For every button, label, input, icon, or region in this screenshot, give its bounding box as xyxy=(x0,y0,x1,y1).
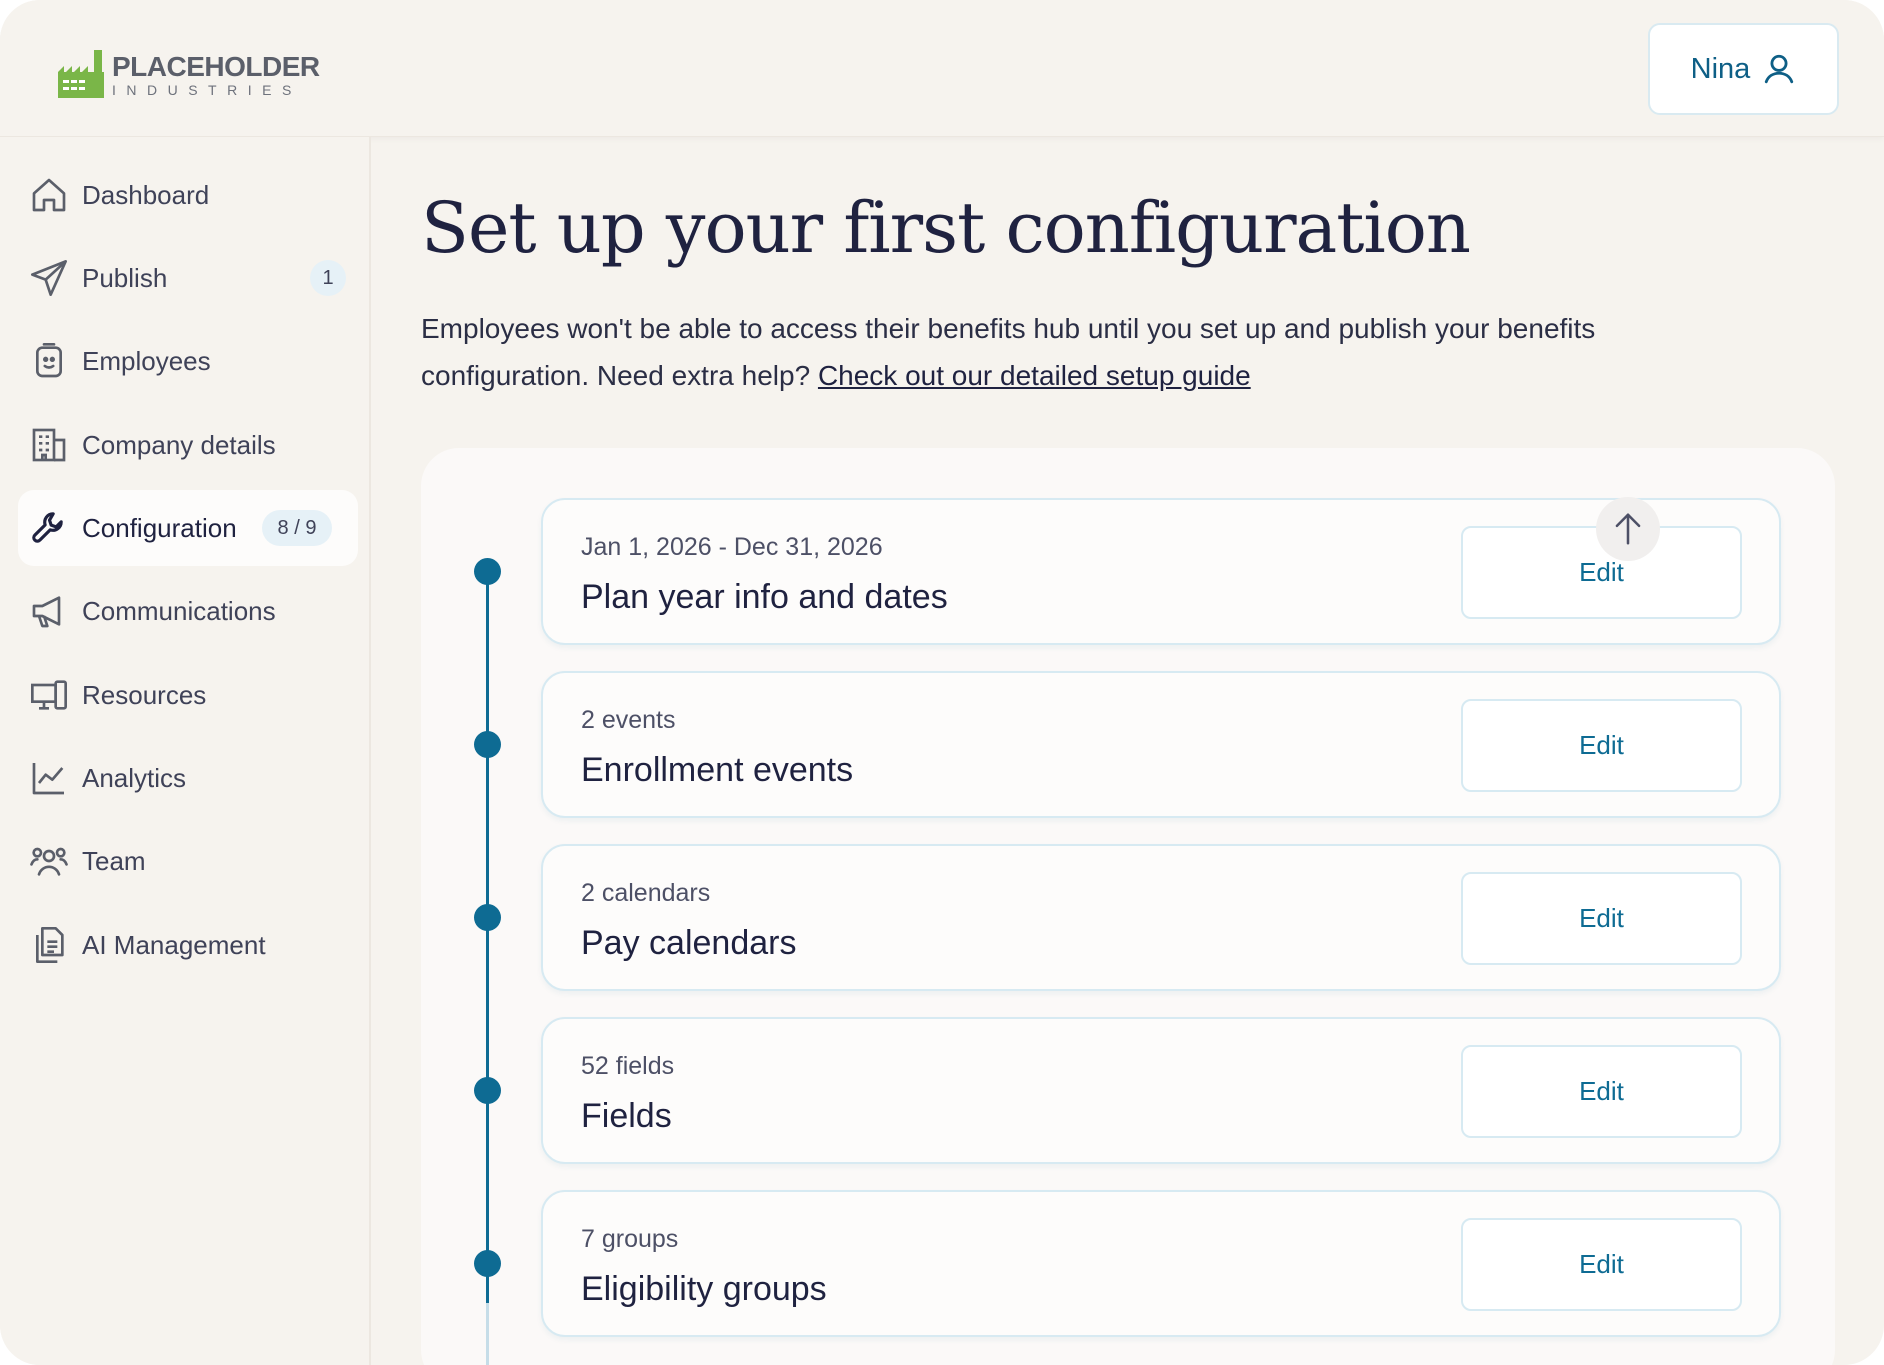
step-card-eligibility-groups: 7 groups Eligibility groups Edit xyxy=(541,1190,1781,1337)
timeline-dot xyxy=(474,1250,501,1277)
arrow-up-icon xyxy=(1615,513,1641,545)
company-logo[interactable]: PLACEHOLDER INDUSTRIES xyxy=(58,50,320,98)
step-title: Enrollment events xyxy=(581,751,854,789)
timeline-dot xyxy=(474,1077,501,1104)
timeline-line xyxy=(486,573,489,1365)
sidebar-item-label: Dashboard xyxy=(82,179,210,210)
main-content: Set up your first configuration Employee… xyxy=(371,137,1884,1365)
logo-wordmark: PLACEHOLDER INDUSTRIES xyxy=(112,51,320,99)
step-meta: 52 fields xyxy=(581,1052,675,1080)
sidebar-item-label: Communications xyxy=(82,595,276,626)
factory-logo-icon xyxy=(58,50,104,98)
user-menu-button[interactable]: Nina xyxy=(1648,23,1839,115)
home-icon xyxy=(28,174,70,216)
step-meta: 2 calendars xyxy=(581,879,711,907)
edit-button[interactable]: Edit xyxy=(1461,1045,1742,1138)
user-icon xyxy=(1765,54,1794,84)
scroll-to-top-button[interactable] xyxy=(1596,497,1660,561)
step-title: Eligibility groups xyxy=(581,1270,827,1308)
configuration-progress-badge: 8 / 9 xyxy=(262,510,332,546)
app-window: PLACEHOLDER INDUSTRIES Nina Dashboard Pu… xyxy=(0,0,1884,1365)
step-card-fields: 52 fields Fields Edit xyxy=(541,1017,1781,1164)
logo-name-line2: INDUSTRIES xyxy=(112,82,302,98)
configuration-steps-panel: Jan 1, 2026 - Dec 31, 2026 Plan year inf… xyxy=(421,448,1835,1365)
employee-badge-icon xyxy=(28,340,70,382)
sidebar-item-company-details[interactable]: Company details xyxy=(18,407,358,483)
team-icon xyxy=(28,840,70,882)
intro-text: Employees won't be able to access their … xyxy=(421,305,1741,399)
sidebar-item-dashboard[interactable]: Dashboard xyxy=(18,157,358,233)
devices-icon xyxy=(28,674,70,716)
step-title: Pay calendars xyxy=(581,924,797,962)
sidebar-nav: Dashboard Publish 1 Employees Company de… xyxy=(0,137,371,1365)
timeline-dot xyxy=(474,558,501,585)
send-icon xyxy=(28,257,70,299)
step-meta: Jan 1, 2026 - Dec 31, 2026 xyxy=(581,533,883,561)
sidebar-item-communications[interactable]: Communications xyxy=(18,573,358,649)
sidebar-item-label: Configuration xyxy=(82,512,237,543)
sidebar-item-analytics[interactable]: Analytics xyxy=(18,740,358,816)
step-title: Fields xyxy=(581,1097,672,1135)
megaphone-icon xyxy=(28,590,70,632)
step-title: Plan year info and dates xyxy=(581,578,948,616)
sidebar-item-label: Team xyxy=(82,845,146,876)
sidebar-item-resources[interactable]: Resources xyxy=(18,657,358,733)
sidebar-item-ai-management[interactable]: AI Management xyxy=(18,907,358,983)
edit-button[interactable]: Edit xyxy=(1461,699,1742,792)
sidebar-item-label: Employees xyxy=(82,345,211,376)
sidebar-item-team[interactable]: Team xyxy=(18,823,358,899)
page-title: Set up your first configuration xyxy=(421,187,1471,269)
timeline-line-continuation xyxy=(486,1303,489,1365)
top-header: PLACEHOLDER INDUSTRIES Nina xyxy=(0,0,1884,137)
step-card-enrollment-events: 2 events Enrollment events Edit xyxy=(541,671,1781,818)
chart-line-icon xyxy=(28,757,70,799)
sidebar-item-publish[interactable]: Publish 1 xyxy=(18,240,358,316)
building-icon xyxy=(28,424,70,466)
sidebar-item-label: Resources xyxy=(82,679,207,710)
publish-count-badge: 1 xyxy=(310,260,346,296)
logo-name-line1: PLACEHOLDER xyxy=(112,51,320,82)
sidebar-item-label: Company details xyxy=(82,429,276,460)
setup-guide-link[interactable]: Check out our detailed setup guide xyxy=(818,360,1251,391)
edit-button[interactable]: Edit xyxy=(1461,1218,1742,1311)
step-meta: 2 events xyxy=(581,706,676,734)
document-icon xyxy=(28,924,70,966)
wrench-icon xyxy=(28,507,70,549)
sidebar-item-label: Analytics xyxy=(82,762,187,793)
user-name: Nina xyxy=(1690,52,1751,85)
sidebar-item-label: AI Management xyxy=(82,929,266,960)
step-card-pay-calendars: 2 calendars Pay calendars Edit xyxy=(541,844,1781,991)
timeline-dot xyxy=(474,731,501,758)
sidebar-item-configuration[interactable]: Configuration 8 / 9 xyxy=(18,490,358,566)
sidebar-item-label: Publish xyxy=(82,262,168,293)
step-meta: 7 groups xyxy=(581,1225,679,1253)
step-card-plan-year: Jan 1, 2026 - Dec 31, 2026 Plan year inf… xyxy=(541,498,1781,645)
timeline-dot xyxy=(474,904,501,931)
sidebar-item-employees[interactable]: Employees xyxy=(18,323,358,399)
edit-button[interactable]: Edit xyxy=(1461,872,1742,965)
